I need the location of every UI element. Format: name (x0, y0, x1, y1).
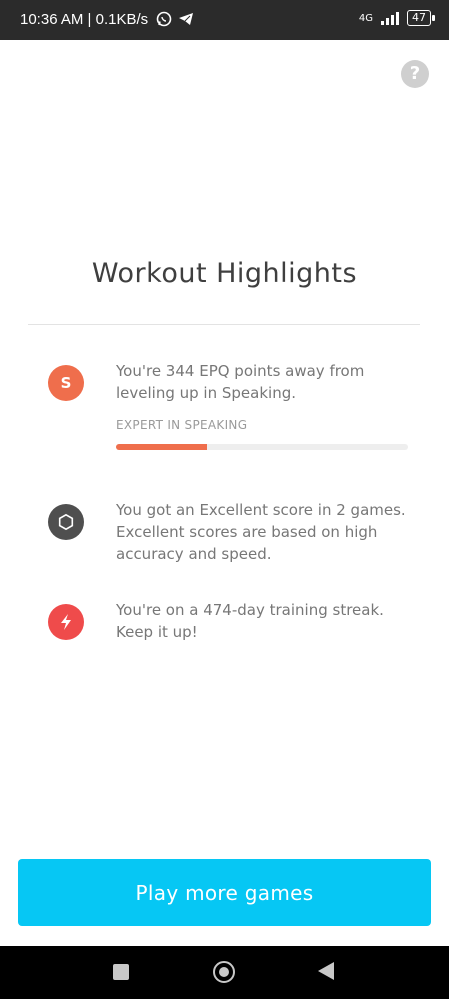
battery-icon: 47 (407, 10, 435, 26)
status-app-icons (156, 11, 194, 31)
page-title: Workout Highlights (91, 258, 358, 289)
network-label: 4G (358, 12, 373, 24)
telegram-icon (178, 11, 194, 31)
back-icon[interactable] (318, 962, 334, 980)
whatsapp-icon (156, 11, 172, 31)
highlight-text: You're on a 474-day training streak. Kee… (116, 601, 384, 641)
system-nav-bar (0, 946, 449, 999)
help-button[interactable]: ? (401, 60, 429, 88)
lightning-icon (48, 604, 84, 640)
battery-level: 47 (412, 11, 426, 24)
status-right: 4G 47 (358, 10, 435, 26)
status-bar: 10:36 AM | 0.1KB/s 4G 47 (0, 0, 449, 40)
speaking-badge-icon: S (48, 365, 84, 401)
highlight-text: You're 344 EPQ points away from leveling… (116, 362, 365, 402)
recents-icon[interactable] (113, 964, 129, 980)
level-progress-fill (116, 444, 207, 450)
home-icon[interactable] (213, 961, 235, 983)
level-progress-bar (116, 444, 408, 450)
title-divider (28, 324, 420, 325)
play-more-games-button[interactable]: Play more games (18, 859, 431, 926)
signal-icon (381, 11, 399, 25)
highlight-text: You got an Excellent score in 2 games. E… (116, 501, 406, 563)
help-icon: ? (409, 63, 421, 84)
hexagon-icon (48, 504, 84, 540)
status-time: 10:36 AM | 0.1KB/s (20, 11, 149, 28)
highlight-subhead: EXPERT IN SPEAKING (116, 418, 248, 432)
